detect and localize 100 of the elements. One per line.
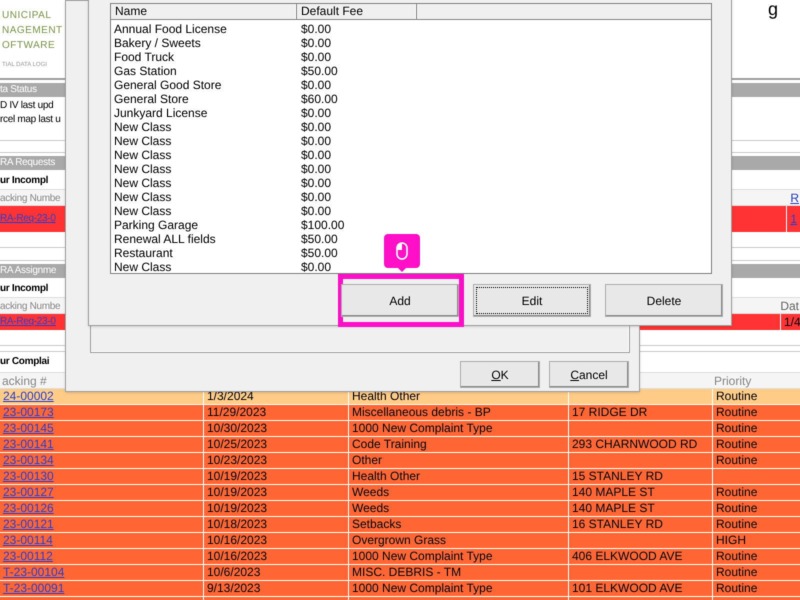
table-cell: Routine xyxy=(716,581,758,595)
list-cell-text: $0.00 xyxy=(300,50,332,64)
list-item[interactable]: New Class xyxy=(111,120,297,134)
table-cell: 140 MAPLE ST xyxy=(572,501,655,515)
table-cell: 406 ELKWOOD AVE xyxy=(572,549,682,563)
table-cell: 101 ELKWOOD AVE xyxy=(572,581,682,595)
table-cell: HIGH xyxy=(716,533,746,547)
list-item[interactable]: Bakery / Sweets xyxy=(111,36,297,50)
dialog-button[interactable]: OK xyxy=(460,361,540,388)
column-header: Priority xyxy=(714,374,752,388)
table-cell: Routine xyxy=(716,389,758,403)
list-cell-text: $100.00 xyxy=(300,218,346,232)
dialog-button[interactable]: Add xyxy=(341,284,459,317)
table-cell: 10/18/2023 xyxy=(207,517,268,531)
page-title: g xyxy=(768,0,778,20)
list-item[interactable]: General Good Store xyxy=(111,78,297,92)
list-cell-text: $60.00 xyxy=(300,92,339,106)
list-cell-text: $0.00 xyxy=(300,162,332,176)
list-item[interactable]: Parking Garage xyxy=(111,218,297,232)
table-cell: 10/25/2023 xyxy=(207,437,268,451)
list-item[interactable]: New Class xyxy=(111,162,297,176)
section-title: RA Requests xyxy=(0,156,56,170)
table-cell: Weeds xyxy=(352,485,390,499)
list-cell-text: $50.00 xyxy=(300,64,339,78)
table-cell: 17 RIDGE DR xyxy=(572,405,648,419)
table-cell: 10/6/2023 xyxy=(207,565,260,579)
dialog-button[interactable]: Cancel xyxy=(549,361,629,388)
list-cell-text: $0.00 xyxy=(300,190,332,204)
dialog-button[interactable]: Delete xyxy=(605,284,723,317)
list-cell-text: $0.00 xyxy=(300,134,332,148)
table-cell: 9/13/2023 xyxy=(207,581,260,595)
section-title: RA Assignme xyxy=(0,264,56,278)
list-item[interactable]: New Class xyxy=(111,190,297,204)
logo-text: NAGEMENT xyxy=(2,24,63,38)
column-header: acking Numbe xyxy=(0,300,60,313)
table-cell: MISC. DEBRIS - TM xyxy=(352,565,462,579)
table-cell: 10/19/2023 xyxy=(207,469,268,483)
table-cell: 16 STANLEY RD xyxy=(572,517,663,531)
list-item[interactable]: Renewal ALL fields xyxy=(111,232,297,246)
table-cell: 10/23/2023 xyxy=(207,453,268,467)
list-item[interactable]: New Class xyxy=(111,176,297,190)
table-cell: 1/3/2024 xyxy=(207,389,254,403)
table-cell: Health Other xyxy=(352,469,420,483)
list-cell-text: $0.00 xyxy=(300,22,332,36)
table-cell: 10/19/2023 xyxy=(207,485,268,499)
table-cell: 293 CHARNWOOD RD xyxy=(572,437,698,451)
table-cell: Routine xyxy=(716,501,758,515)
section-subtitle: ur Incompl xyxy=(0,282,48,296)
table-cell: 11/29/2023 xyxy=(207,405,266,419)
table-cell: Code Training xyxy=(352,437,427,451)
column-header[interactable]: Name xyxy=(111,4,297,19)
list-cell-text: $0.00 xyxy=(300,176,332,190)
section-subtitle: ur Incompl xyxy=(0,174,48,188)
list-cell-text: $0.00 xyxy=(300,120,332,134)
table-cell: Health Other xyxy=(352,389,420,403)
table-cell: 1000 New Complaint Type xyxy=(352,581,493,595)
list-item[interactable]: Junkyard License xyxy=(111,106,297,120)
dialog-button[interactable]: Edit xyxy=(473,284,591,317)
list-cell-text: $50.00 xyxy=(300,232,339,246)
table-cell: Routine xyxy=(716,549,758,563)
list-cell-text: $50.00 xyxy=(300,246,339,260)
list-item[interactable]: New Class xyxy=(111,204,297,218)
tracking-link[interactable]: 24-00002 xyxy=(3,389,54,403)
list-cell-text: $0.00 xyxy=(300,36,332,50)
list-cell-text: $0.00 xyxy=(300,148,332,162)
list-cell-text: $0.00 xyxy=(300,260,332,274)
table-cell: Miscellaneous debris - BP xyxy=(352,405,491,419)
table-cell: 1000 New Complaint Type xyxy=(352,549,493,563)
table-cell: 10/16/2023 xyxy=(207,533,268,547)
table-cell: 10/19/2023 xyxy=(207,501,268,515)
logo-text: OFTWARE xyxy=(2,39,56,53)
table-cell: Routine xyxy=(716,405,758,419)
column-header: acking # xyxy=(2,374,47,388)
logo-text: UNICIPAL xyxy=(2,9,52,23)
table-cell: 10/16/2023 xyxy=(207,549,268,563)
list-item[interactable]: New Class xyxy=(111,148,297,162)
table-cell: Routine xyxy=(716,453,758,467)
list-item[interactable]: Restaurant xyxy=(111,246,297,260)
table-cell: 140 MAPLE ST xyxy=(572,485,655,499)
list-item[interactable]: Annual Food License xyxy=(111,22,297,36)
section-subtitle: ur Complai xyxy=(0,355,50,369)
column-header[interactable]: Default Fee xyxy=(297,4,417,19)
status-text: rcel map last u xyxy=(0,113,61,127)
list-item[interactable]: General Store xyxy=(111,92,297,106)
mouse-icon xyxy=(396,242,408,260)
status-text: D IV last upd xyxy=(0,99,54,113)
list-cell-text: $0.00 xyxy=(300,106,332,120)
table-cell: Setbacks xyxy=(352,517,402,531)
column-header[interactable]: R xyxy=(790,190,800,205)
section-title: ta Status xyxy=(0,83,37,97)
list-item[interactable]: New Class xyxy=(111,260,297,274)
list-item[interactable]: Gas Station xyxy=(111,64,297,78)
list-item[interactable]: New Class xyxy=(111,134,297,148)
table-cell: Routine xyxy=(716,565,758,579)
list-item[interactable]: Food Truck xyxy=(111,50,297,64)
table-cell: Routine xyxy=(716,437,758,451)
list-cell-text: $0.00 xyxy=(300,78,332,92)
table-cell: Routine xyxy=(716,485,758,499)
table-cell: 10/30/2023 xyxy=(207,421,268,435)
column-header: Dat xyxy=(780,298,800,313)
